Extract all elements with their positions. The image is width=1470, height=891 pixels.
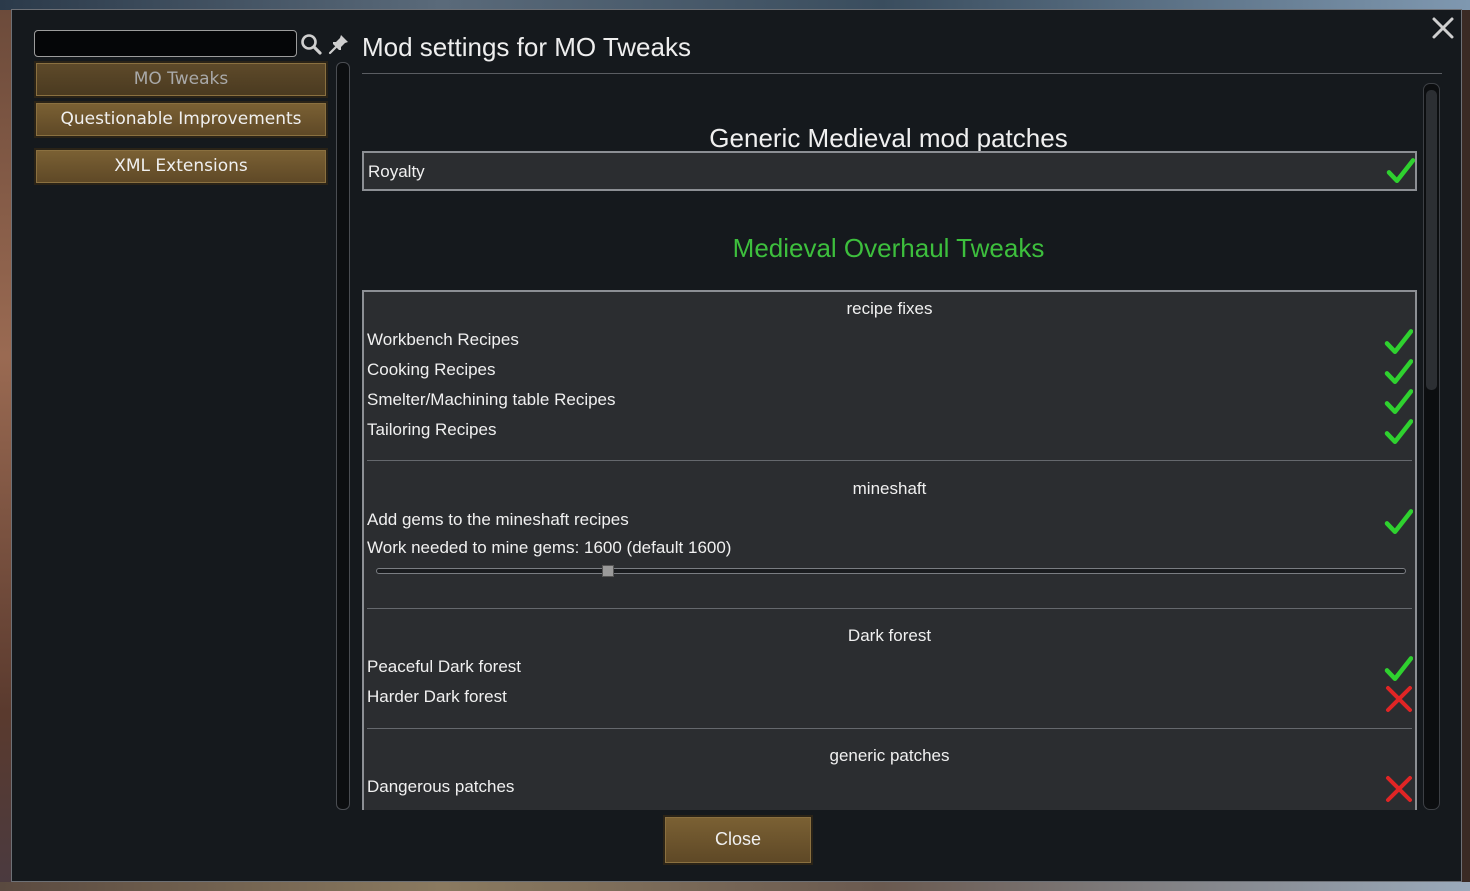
setting-row-mineshaft-gems: Add gems to the mineshaft recipes [367, 508, 1413, 536]
setting-label: Cooking Recipes [367, 360, 496, 379]
setting-row-tailoring-recipes: Tailoring Recipes [367, 418, 1413, 446]
royalty-checkbox[interactable] [1379, 157, 1415, 185]
mod-settings-dialog: MO Tweaks Questionable Improvements XML … [11, 9, 1462, 882]
group-title-recipe-fixes: recipe fixes [846, 299, 933, 318]
background-art-bottom [0, 882, 1470, 891]
mod-list-item-xml-extensions[interactable]: XML Extensions [34, 148, 328, 185]
group-title-mineshaft: mineshaft [852, 479, 927, 498]
mod-list-scrollbar[interactable] [336, 62, 350, 810]
mod-list-item-questionable-improvements[interactable]: Questionable Improvements [34, 101, 328, 138]
group-title-dark-forest: Dark forest [847, 626, 932, 645]
settings-group-box: recipe fixes Workbench Recipes Cooking R… [362, 290, 1417, 810]
setting-label: Tailoring Recipes [367, 420, 497, 439]
group-title-generic-patches: generic patches [829, 746, 950, 765]
setting-row-smelter-recipes: Smelter/Machining table Recipes [367, 388, 1413, 416]
mod-search-input[interactable] [34, 30, 297, 57]
section-header-medieval-overhaul: Medieval Overhaul Tweaks [732, 233, 1045, 263]
setting-row-cooking-recipes: Cooking Recipes [367, 358, 1413, 386]
setting-label: Peaceful Dark forest [367, 657, 522, 676]
close-icon[interactable] [1431, 16, 1455, 40]
setting-label: Harder Dark forest [367, 687, 507, 706]
dangerous-patches-checkbox[interactable] [1383, 775, 1413, 803]
search-icon[interactable] [300, 33, 322, 55]
setting-row-peaceful-dark-forest: Peaceful Dark forest [367, 655, 1413, 683]
page-title: Mod settings for MO Tweaks [362, 32, 691, 62]
close-button[interactable]: Close [663, 815, 813, 865]
setting-row-dangerous-patches: Dangerous patches [367, 775, 1413, 803]
peaceful-dark-forest-checkbox[interactable] [1383, 655, 1413, 683]
setting-row-harder-dark-forest: Harder Dark forest [367, 685, 1413, 713]
cooking-recipes-checkbox[interactable] [1383, 358, 1413, 386]
setting-label: Workbench Recipes [367, 330, 519, 349]
work-needed-label: Work needed to mine gems: 1600 (default … [367, 538, 732, 557]
harder-dark-forest-checkbox[interactable] [1383, 685, 1413, 713]
group-divider [367, 608, 1412, 609]
work-needed-slider-thumb[interactable] [601, 565, 614, 577]
work-needed-slider[interactable] [376, 568, 1406, 574]
settings-scroll-area: Generic Medieval mod patches Royalty Med… [362, 83, 1419, 810]
setting-label: Add gems to the mineshaft recipes [367, 510, 629, 529]
setting-row-workbench-recipes: Workbench Recipes [367, 328, 1413, 356]
group-divider [367, 460, 1412, 461]
tailoring-recipes-checkbox[interactable] [1383, 418, 1413, 446]
mod-list-item-mo-tweaks[interactable]: MO Tweaks [34, 61, 328, 98]
setting-row-work-needed: Work needed to mine gems: 1600 (default … [367, 536, 1413, 564]
group-divider [367, 728, 1412, 729]
pin-icon[interactable] [328, 33, 350, 55]
workbench-recipes-checkbox[interactable] [1383, 328, 1413, 356]
smelter-recipes-checkbox[interactable] [1383, 388, 1413, 416]
section-header-generic: Generic Medieval mod patches [709, 123, 1068, 153]
setting-row-royalty: Royalty [362, 151, 1417, 191]
mineshaft-gems-checkbox[interactable] [1383, 508, 1413, 536]
setting-label: Dangerous patches [367, 777, 515, 796]
setting-label-royalty: Royalty [368, 162, 425, 181]
title-divider [362, 73, 1442, 74]
settings-scrollbar[interactable] [1423, 83, 1440, 810]
setting-label: Smelter/Machining table Recipes [367, 390, 616, 409]
settings-scrollbar-thumb[interactable] [1426, 90, 1437, 390]
